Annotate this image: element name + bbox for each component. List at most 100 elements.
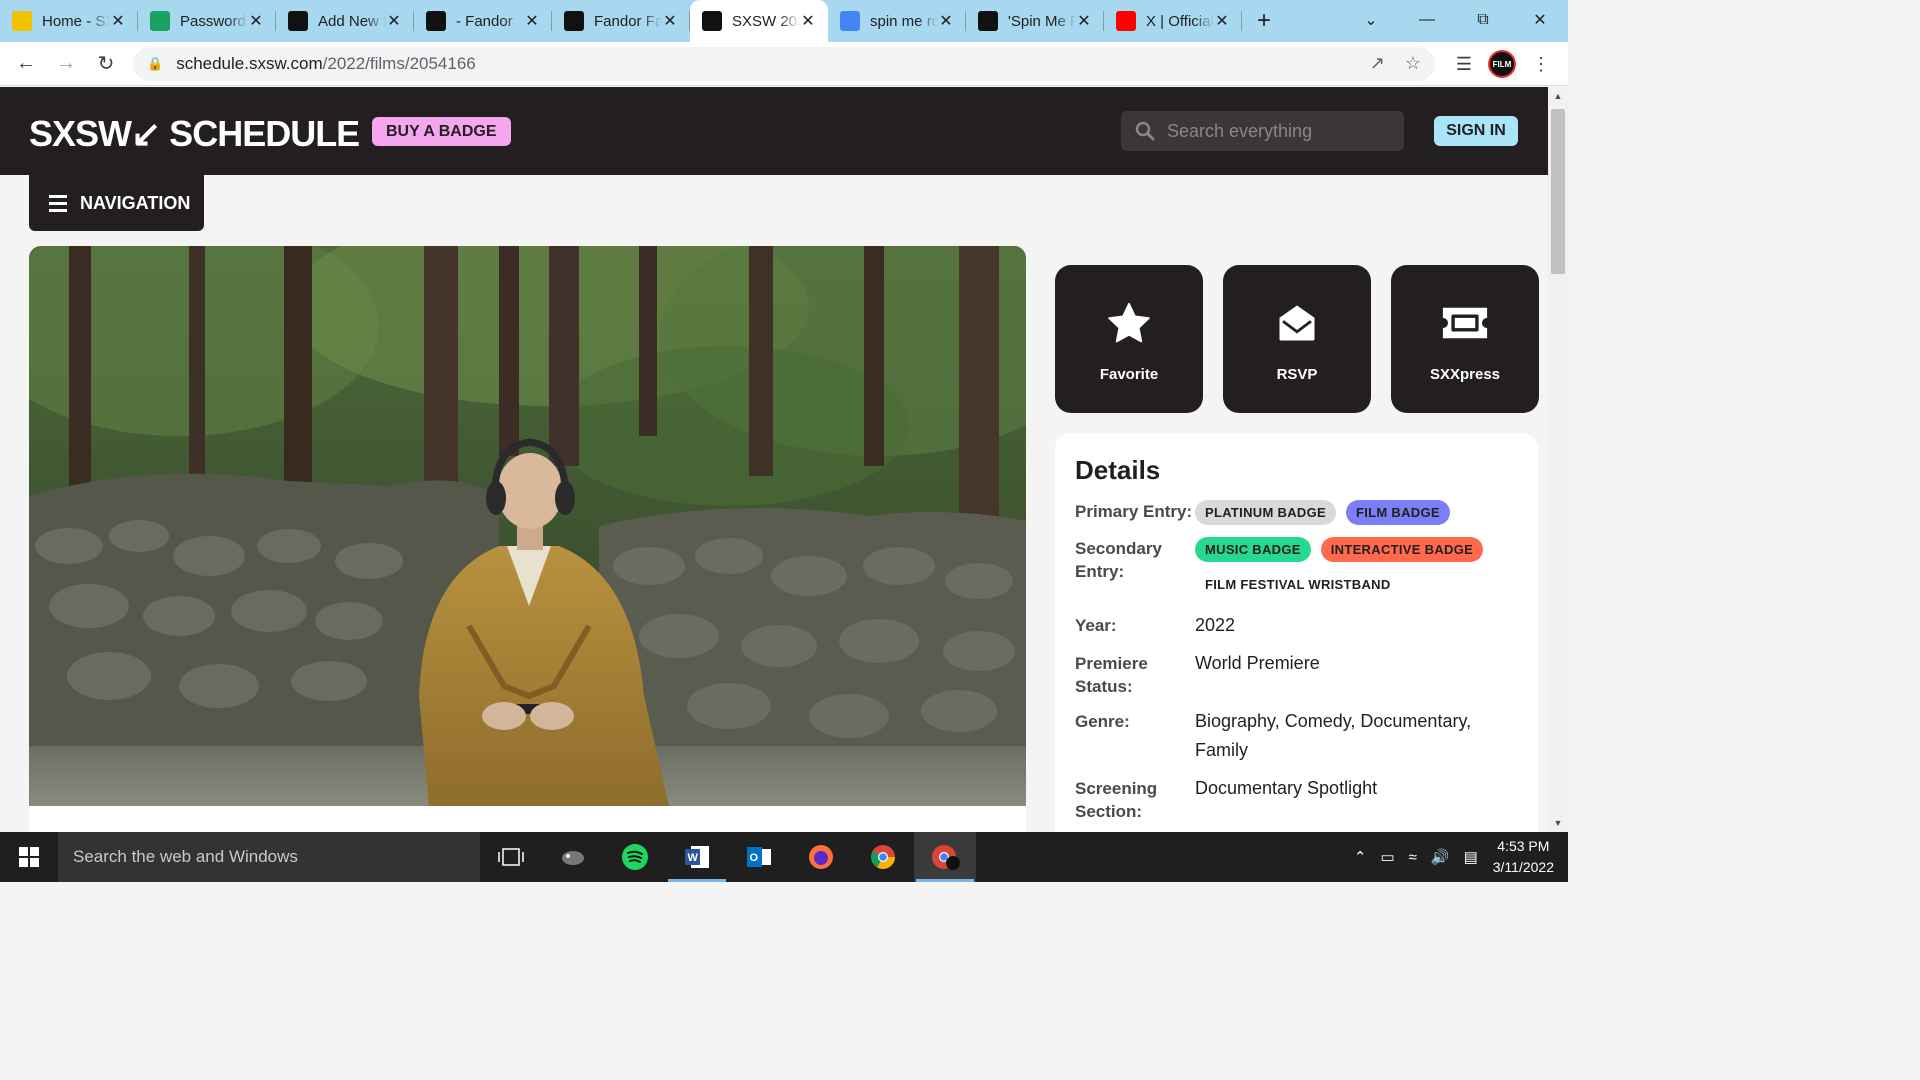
windows-logo-icon [19, 847, 39, 867]
detail-row-premiere-status: Premiere Status: World Premiere [1075, 652, 1518, 698]
task-view-icon[interactable] [480, 832, 542, 882]
tab-title: - Fandor [456, 12, 513, 30]
more-menu-icon[interactable]: ⋮ [1532, 54, 1550, 75]
search-icon [1135, 121, 1155, 141]
minimize-button[interactable]: — [1399, 0, 1455, 40]
secondary-entry-badges: MUSIC BADGE INTERACTIVE BADGE FILM FESTIVA… [1195, 537, 1518, 597]
tab-title: spin me round [870, 12, 938, 30]
entry-badge[interactable]: PLATINUM BADGE [1195, 500, 1336, 525]
close-tab-icon[interactable]: ✕ [1214, 11, 1230, 31]
screening-section-value: Documentary Spotlight [1195, 778, 1378, 798]
browser-tab[interactable]: Password Manager✕ [138, 0, 276, 42]
browser-tab[interactable]: SXSW 2022✕ [690, 0, 828, 42]
close-window-button[interactable]: ✕ [1512, 0, 1568, 40]
start-button[interactable] [0, 832, 58, 882]
sign-in-button[interactable]: SIGN IN [1434, 116, 1518, 146]
favorite-button[interactable]: Favorite [1055, 265, 1203, 413]
entry-badge[interactable]: FILM BADGE [1345, 500, 1450, 525]
deadline-icon [978, 11, 998, 31]
browser-tab[interactable]: X | Official Trailer✕ [1104, 0, 1242, 42]
notifications-icon[interactable]: ▤ [1464, 848, 1478, 866]
close-tab-icon[interactable]: ✕ [110, 11, 126, 31]
taskbar-clock[interactable]: 4:53 PM 3/11/2022 [1493, 836, 1554, 878]
browser-tab[interactable]: Fandor Fandor✕ [552, 0, 690, 42]
sxsw-schedule-logo[interactable]: SXSW↙ SCHEDULE [29, 113, 360, 155]
tab-search-chevron-icon[interactable]: ⌄ [1343, 0, 1399, 40]
close-tab-icon[interactable]: ✕ [248, 11, 264, 31]
reload-icon[interactable]: ↻ [86, 44, 126, 84]
sxxpress-button[interactable]: SXXpress [1391, 265, 1539, 413]
screening-section-label: Screening Section: [1075, 779, 1158, 821]
tab-separator [1241, 11, 1242, 31]
svg-text:W: W [688, 852, 699, 864]
reading-list-icon[interactable]: ☰ [1456, 54, 1472, 75]
taskbar-search[interactable]: Search the web and Windows [58, 832, 480, 882]
omnibox-actions: ↗ ☆ [1370, 53, 1421, 74]
search-input[interactable] [1167, 120, 1387, 142]
browser-tab[interactable]: Home - SXSW✕ [0, 0, 138, 42]
close-tab-icon[interactable]: ✕ [662, 11, 678, 31]
fandor-icon [288, 11, 308, 31]
film-hero-image [29, 246, 1026, 806]
ticket-icon [1442, 307, 1488, 338]
google-icon [840, 11, 860, 31]
wifi-icon[interactable]: ≈ [1409, 849, 1417, 866]
page-scrollbar[interactable]: ▲ ▼ [1548, 87, 1568, 832]
close-tab-icon[interactable]: ✕ [1076, 11, 1092, 31]
browser-tab[interactable]: - Fandor ✕ [414, 0, 552, 42]
word-icon[interactable]: W [666, 832, 728, 882]
primary-entry-badges: PLATINUM BADGE FILM BADGE [1195, 500, 1518, 525]
navigation-button[interactable]: NAVIGATION [29, 175, 204, 231]
scroll-up-arrow-icon[interactable]: ▲ [1548, 91, 1568, 101]
sxsw-schedule-icon [702, 11, 722, 31]
forward-arrow-icon[interactable]: → [46, 44, 86, 84]
browser-tab[interactable]: 'Spin Me Round'✕ [966, 0, 1104, 42]
detail-row-secondary-entry: Secondary Entry: MUSIC BADGE INTERACTIVE … [1075, 537, 1518, 597]
entry-badge[interactable]: MUSIC BADGE [1195, 537, 1311, 562]
entry-badge[interactable]: FILM FESTIVAL WRISTBAND [1195, 572, 1401, 597]
detail-row-genre: Genre: Biography, Comedy, Documentary, F… [1075, 710, 1518, 765]
chrome-icon[interactable] [852, 832, 914, 882]
outlook-icon[interactable]: O [728, 832, 790, 882]
event-actions: Favorite RSVP SXXpress [1055, 265, 1539, 413]
browser-tab[interactable]: spin me round✕ [828, 0, 966, 42]
close-tab-icon[interactable]: ✕ [386, 11, 402, 31]
file-explorer-icon[interactable] [542, 832, 604, 882]
primary-entry-label: Primary Entry: [1075, 502, 1193, 521]
restore-button[interactable]: ⧉ [1455, 0, 1511, 40]
star-icon [1108, 302, 1150, 342]
new-tab-button[interactable]: + [1242, 0, 1286, 42]
sxxpress-label: SXXpress [1429, 365, 1501, 383]
profile-avatar[interactable]: FILM [1488, 50, 1516, 78]
close-tab-icon[interactable]: ✕ [938, 11, 954, 31]
tray-chevron-up-icon[interactable]: ⌃ [1354, 848, 1367, 866]
firefox-icon[interactable] [790, 832, 852, 882]
bookmark-star-icon[interactable]: ☆ [1405, 53, 1421, 74]
url-path: /2022/films/2054166 [322, 54, 476, 73]
chrome-profile-icon[interactable] [914, 832, 976, 882]
year-value: 2022 [1195, 615, 1236, 635]
close-tab-icon[interactable]: ✕ [524, 11, 540, 31]
volume-icon[interactable]: 🔊 [1431, 848, 1450, 866]
scroll-down-arrow-icon[interactable]: ▼ [1548, 818, 1568, 828]
back-arrow-icon[interactable]: ← [6, 44, 46, 84]
hamburger-icon [49, 194, 67, 212]
toolbar-right: ☰ FILM ⋮ [1456, 42, 1568, 86]
rsvp-label: RSVP [1276, 365, 1318, 383]
clock-time: 4:53 PM [1497, 838, 1550, 854]
scrollbar-thumb[interactable] [1551, 109, 1565, 274]
battery-icon[interactable]: ▭ [1380, 848, 1394, 866]
entry-badge[interactable]: INTERACTIVE BADGE [1320, 537, 1484, 562]
rsvp-button[interactable]: RSVP [1223, 265, 1371, 413]
address-bar[interactable]: 🔒 schedule.sxsw.com/2022/films/2054166 ↗… [133, 47, 1435, 81]
close-tab-icon[interactable]: ✕ [800, 11, 816, 31]
details-heading: Details [1075, 455, 1161, 485]
site-search[interactable] [1121, 111, 1404, 151]
buy-badge-button[interactable]: BUY A BADGE [372, 117, 511, 146]
share-icon[interactable]: ↗ [1370, 53, 1385, 74]
content-card-top [29, 806, 1026, 832]
browser-toolbar: ← → ↻ 🔒 schedule.sxsw.com/2022/films/205… [0, 42, 1568, 86]
browser-tab[interactable]: Add New Post✕ [276, 0, 414, 42]
spotify-icon[interactable] [604, 832, 666, 882]
detail-row-primary-entry: Primary Entry: PLATINUM BADGE FILM BADGE [1075, 500, 1518, 525]
